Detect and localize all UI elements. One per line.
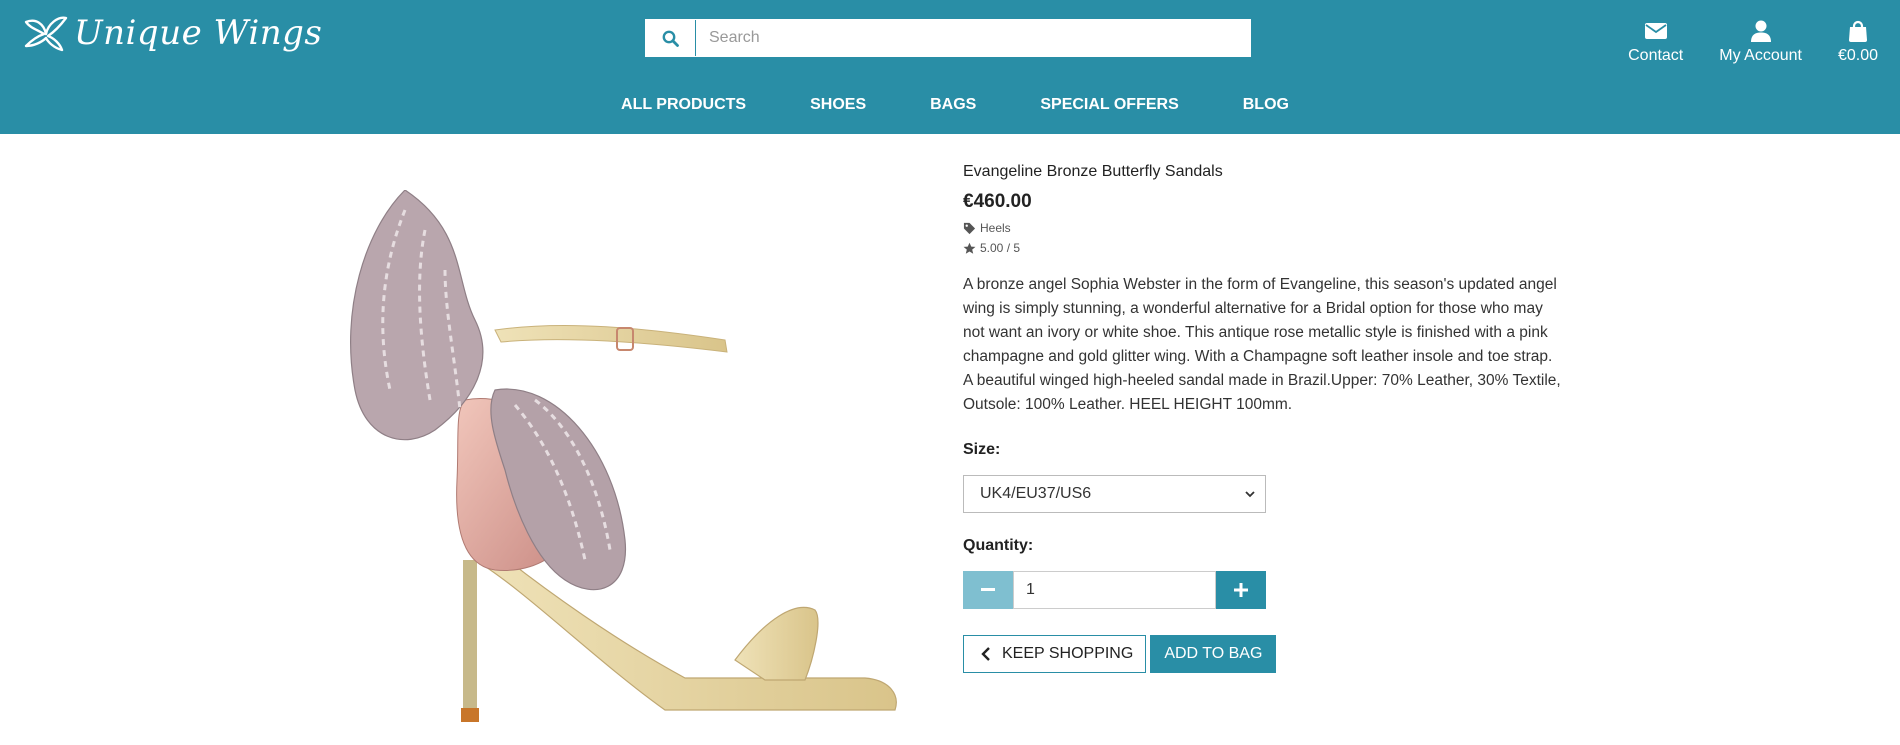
search-bar [645, 19, 1251, 57]
category-label: Heels [980, 221, 1011, 235]
size-select[interactable]: UK4/EU37/US6 [963, 475, 1266, 513]
size-label: Size: [963, 441, 1001, 458]
user-icon [1750, 20, 1771, 42]
site-header: Unique Wings Contact My Account [0, 0, 1900, 134]
shopping-bag-icon [1848, 20, 1867, 42]
star-icon [963, 242, 976, 254]
my-account-label: My Account [1719, 47, 1802, 64]
product-details: Evangeline Bronze Butterfly Sandals €460… [963, 163, 1563, 673]
quantity-label: Quantity: [963, 537, 1034, 554]
top-links: Contact My Account €0.00 [1592, 20, 1878, 65]
nav-bags[interactable]: BAGS [930, 96, 976, 114]
nav-all-products[interactable]: ALL PRODUCTS [621, 96, 746, 114]
rating-value: 5.00 / 5 [980, 241, 1021, 255]
plus-icon [1234, 583, 1248, 597]
main-nav: ALL PRODUCTS SHOES BAGS SPECIAL OFFERS B… [0, 96, 1900, 114]
keep-shopping-label: KEEP SHOPPING [1002, 645, 1134, 662]
chevron-left-icon [981, 647, 990, 661]
minus-icon [981, 588, 995, 591]
brand-logo[interactable]: Unique Wings [22, 12, 322, 54]
butterfly-logo-icon [24, 16, 68, 52]
product-rating: 5.00 / 5 [963, 241, 1563, 255]
decrement-button[interactable] [963, 571, 1013, 609]
keep-shopping-button[interactable]: KEEP SHOPPING [963, 635, 1147, 673]
product-image [350, 190, 897, 722]
search-input[interactable] [696, 20, 1250, 56]
bag-total: €0.00 [1837, 47, 1878, 64]
quantity-stepper: 1 [963, 571, 1266, 609]
envelope-icon [1644, 23, 1667, 39]
product-category[interactable]: Heels [963, 221, 1563, 235]
nav-special-offers[interactable]: SPECIAL OFFERS [1040, 96, 1178, 114]
add-to-bag-button[interactable]: ADD TO BAG [1150, 635, 1277, 673]
search-icon [662, 30, 679, 47]
product-description: A bronze angel Sophia Webster in the for… [963, 276, 1561, 413]
search-button[interactable] [646, 20, 696, 56]
contact-label: Contact [1628, 47, 1684, 64]
product-actions: KEEP SHOPPING ADD TO BAG [963, 635, 1563, 673]
tag-icon [963, 222, 976, 234]
size-selected-value: UK4/EU37/US6 [980, 485, 1092, 502]
my-account-link[interactable]: My Account [1719, 20, 1802, 65]
contact-link[interactable]: Contact [1628, 20, 1683, 65]
shopping-bag-link[interactable]: €0.00 [1838, 20, 1878, 65]
add-to-bag-label: ADD TO BAG [1164, 645, 1263, 662]
product-name: Evangeline Bronze Butterfly Sandals [963, 163, 1223, 180]
chevron-down-icon [1245, 490, 1255, 497]
nav-shoes[interactable]: SHOES [810, 96, 866, 114]
quantity-input[interactable]: 1 [1013, 571, 1216, 609]
nav-blog[interactable]: BLOG [1243, 96, 1289, 114]
product-price: €460.00 [963, 191, 1032, 212]
brand-name: Unique Wings [74, 13, 323, 53]
increment-button[interactable] [1216, 571, 1266, 609]
